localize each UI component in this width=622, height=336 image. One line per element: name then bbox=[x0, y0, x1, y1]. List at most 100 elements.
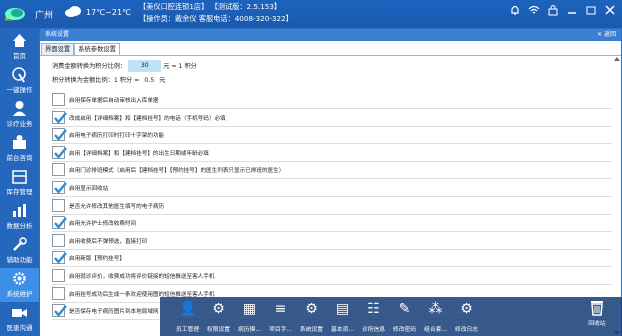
city-label: 广州 bbox=[35, 11, 54, 21]
recycle-bin-button[interactable]: 回收站 bbox=[583, 298, 611, 332]
tab-interface-settings[interactable]: 界面设置 bbox=[41, 43, 75, 55]
checkmark-icon bbox=[54, 147, 67, 159]
option-checkbox[interactable] bbox=[52, 216, 67, 230]
points-ratio-label: 消费金额转换为积分比例： bbox=[52, 63, 127, 70]
bottom-toolbar: 👤 员工管理 ⚙ 权限设置 ▦ 病历模... ≡ 项目字... ⚙ 系统设置 ▤ 基本资... ☷ 诊所信… bbox=[160, 297, 622, 336]
home-icon bbox=[13, 34, 26, 47]
option-row[interactable]: 改成启用【详细档案】和【建档挂号】的电话（手机号码）必填 bbox=[52, 110, 612, 127]
gear-icon bbox=[13, 272, 26, 285]
checkmark-icon bbox=[54, 129, 67, 142]
vertical-scrollbar[interactable] bbox=[614, 57, 620, 335]
points-ratio-suffix: 元 = 1 积分 bbox=[163, 63, 197, 70]
doctor-icon bbox=[13, 101, 26, 116]
checkmark-icon bbox=[54, 182, 67, 194]
close-icon[interactable] bbox=[604, 4, 616, 16]
checkmark-icon bbox=[54, 217, 67, 230]
sidebar-item-quick-ops[interactable]: 一键操作 bbox=[0, 64, 39, 98]
tab-divider bbox=[40, 55, 621, 56]
option-label: 启用收费后不弹预选，直接打印 bbox=[69, 238, 148, 245]
toolbar-item[interactable]: ⁂ 组合套... bbox=[422, 297, 449, 336]
option-checkbox[interactable] bbox=[52, 181, 67, 194]
back-button[interactable]: ✕ 返回 bbox=[597, 29, 616, 41]
sidebar-item-label: 前台咨询 bbox=[6, 154, 33, 162]
sidebar: 首页 一键操作 诊疗业务 前台咨询 库存管理 数据分析 辅助功能 系统维护 医患… bbox=[0, 28, 39, 336]
wifi-icon[interactable] bbox=[528, 4, 540, 16]
chart-icon bbox=[13, 204, 26, 217]
window-title-bar: 系统设置 ✕ 返回 bbox=[40, 29, 621, 41]
option-checkbox[interactable] bbox=[52, 304, 67, 318]
sidebar-item-treatment[interactable]: 诊疗业务 bbox=[0, 98, 39, 132]
option-label: 是否允许修改其他医生填写的电子病历 bbox=[69, 203, 165, 210]
store-label: 【美仪口腔连锁1店】 bbox=[139, 2, 209, 11]
toolbar-item-label: 系统设置 bbox=[299, 327, 324, 333]
sidebar-item-home[interactable]: 首页 bbox=[0, 30, 39, 64]
app-logo-icon: 美仪 bbox=[5, 8, 25, 21]
bell-icon[interactable] bbox=[509, 4, 521, 16]
sidebar-item-label: 辅助功能 bbox=[6, 256, 33, 264]
option-checkbox[interactable] bbox=[52, 110, 67, 124]
option-row[interactable]: 是否允许修改其他医生填写的电子病历 bbox=[52, 198, 612, 215]
toolbar-item[interactable]: ✎ 修改密码 bbox=[391, 297, 418, 336]
recycle-bin-label: 回收站 bbox=[588, 321, 606, 327]
toolbar-item[interactable]: ≡ 项目字... bbox=[267, 297, 294, 336]
option-row[interactable]: 启用【详细档案】和【建档挂号】的出生日期或年龄必填 bbox=[52, 145, 612, 162]
points-cash-row: 积分转换为金额比例：1 积分 = 0.5 元 bbox=[52, 75, 165, 86]
toolbar-item[interactable]: ▦ 病历模... bbox=[236, 297, 263, 336]
toolbar-item[interactable]: ⚙ 权限设置 bbox=[205, 297, 232, 336]
option-row[interactable]: 启用保存单据后自动审核出入库单据 bbox=[52, 92, 612, 109]
option-row[interactable]: 启用新版【预约挂号】 bbox=[52, 250, 612, 268]
sidebar-item-data-analysis[interactable]: 数据分析 bbox=[0, 200, 39, 234]
option-row[interactable]: 启用允许护士修改收费时间 bbox=[52, 215, 612, 233]
video-icon bbox=[12, 309, 27, 317]
option-checkbox[interactable] bbox=[52, 145, 67, 159]
option-checkbox[interactable] bbox=[52, 251, 67, 265]
toolbar-item-label: 权限设置 bbox=[206, 327, 231, 333]
toolbar-item[interactable]: 👤 员工管理 bbox=[174, 297, 201, 336]
toolbar-item[interactable]: ▤ 基本资... bbox=[329, 297, 356, 336]
toolbar-item-icon: ▦ bbox=[242, 301, 257, 317]
scroll-up-icon[interactable] bbox=[614, 57, 620, 61]
sidebar-item-system[interactable]: 系统维护 bbox=[0, 268, 39, 302]
option-checkbox[interactable] bbox=[52, 269, 65, 282]
toolbar-item-label: 组合套... bbox=[424, 327, 447, 333]
option-checkbox[interactable] bbox=[52, 128, 67, 142]
tab-system-params[interactable]: 系统参数设置 bbox=[74, 43, 120, 55]
option-row[interactable]: 启用就诊评价，收费成功将评价链接的短信推送至客人手机 bbox=[52, 268, 612, 285]
sidebar-item-communication[interactable]: 医患沟通 bbox=[0, 302, 39, 336]
toolbar-item[interactable]: ⚙ 修改日志 bbox=[453, 297, 480, 336]
front-desk-icon bbox=[13, 135, 26, 149]
toolbar-item-label: 修改日志 bbox=[454, 327, 479, 333]
settings-window: 系统设置 ✕ 返回 界面设置 系统参数设置 消费金额转换为积分比例： 30 元 = 1… bbox=[40, 29, 621, 336]
option-label: 改成启用【详细档案】和【建档挂号】的电话（手机号码）必填 bbox=[69, 115, 226, 122]
option-checkbox[interactable] bbox=[52, 163, 65, 177]
toolbar-item[interactable]: ⚙ 系统设置 bbox=[298, 297, 325, 336]
option-row[interactable]: 启用显示回收站 bbox=[52, 180, 612, 197]
toolbar-item-icon: ☷ bbox=[367, 301, 380, 317]
toolbar-item-label: 诊所信息 bbox=[361, 327, 386, 333]
sidebar-item-aux[interactable]: 辅助功能 bbox=[0, 234, 39, 268]
option-row[interactable]: 启用收费后不弹预选，直接打印 bbox=[52, 233, 612, 250]
lock-icon[interactable] bbox=[547, 4, 559, 16]
option-checkbox[interactable] bbox=[52, 93, 65, 106]
window-title: 系统设置 bbox=[45, 31, 70, 38]
option-checkbox[interactable] bbox=[52, 198, 65, 212]
temperature-label: 17℃~21℃ bbox=[86, 8, 132, 17]
option-checkbox[interactable] bbox=[52, 233, 65, 247]
toolbar-item-icon: ≡ bbox=[274, 301, 287, 317]
sidebar-item-inventory[interactable]: 库存管理 bbox=[0, 166, 39, 200]
toolbar-item-icon: ✎ bbox=[398, 301, 411, 317]
restore-icon[interactable] bbox=[585, 4, 597, 16]
option-checkbox[interactable] bbox=[52, 286, 65, 300]
points-cash-input[interactable]: 0.5 bbox=[141, 76, 157, 86]
option-label: 启用门诊排班模式（启用后【建档挂号】【预约挂号】的医生列表只显示已排班的医生） bbox=[69, 168, 285, 175]
sidebar-item-front-desk[interactable]: 前台咨询 bbox=[0, 132, 39, 166]
toolbar-item-icon: ▤ bbox=[335, 301, 350, 317]
sidebar-item-label: 首页 bbox=[13, 52, 26, 60]
version-label: 【测试版：2.5.153】 bbox=[210, 2, 282, 11]
option-row[interactable]: 启用门诊排班模式（启用后【建档挂号】【预约挂号】的医生列表只显示已排班的医生） bbox=[52, 162, 612, 180]
svg-text:美仪: 美仪 bbox=[5, 15, 13, 21]
toolbar-item[interactable]: ☷ 诊所信息 bbox=[360, 297, 387, 336]
option-row[interactable]: 启用电子病历打印时打印十字架的功能 bbox=[52, 127, 612, 145]
points-ratio-input[interactable]: 30 bbox=[128, 60, 162, 72]
minimize-icon[interactable] bbox=[566, 4, 578, 16]
